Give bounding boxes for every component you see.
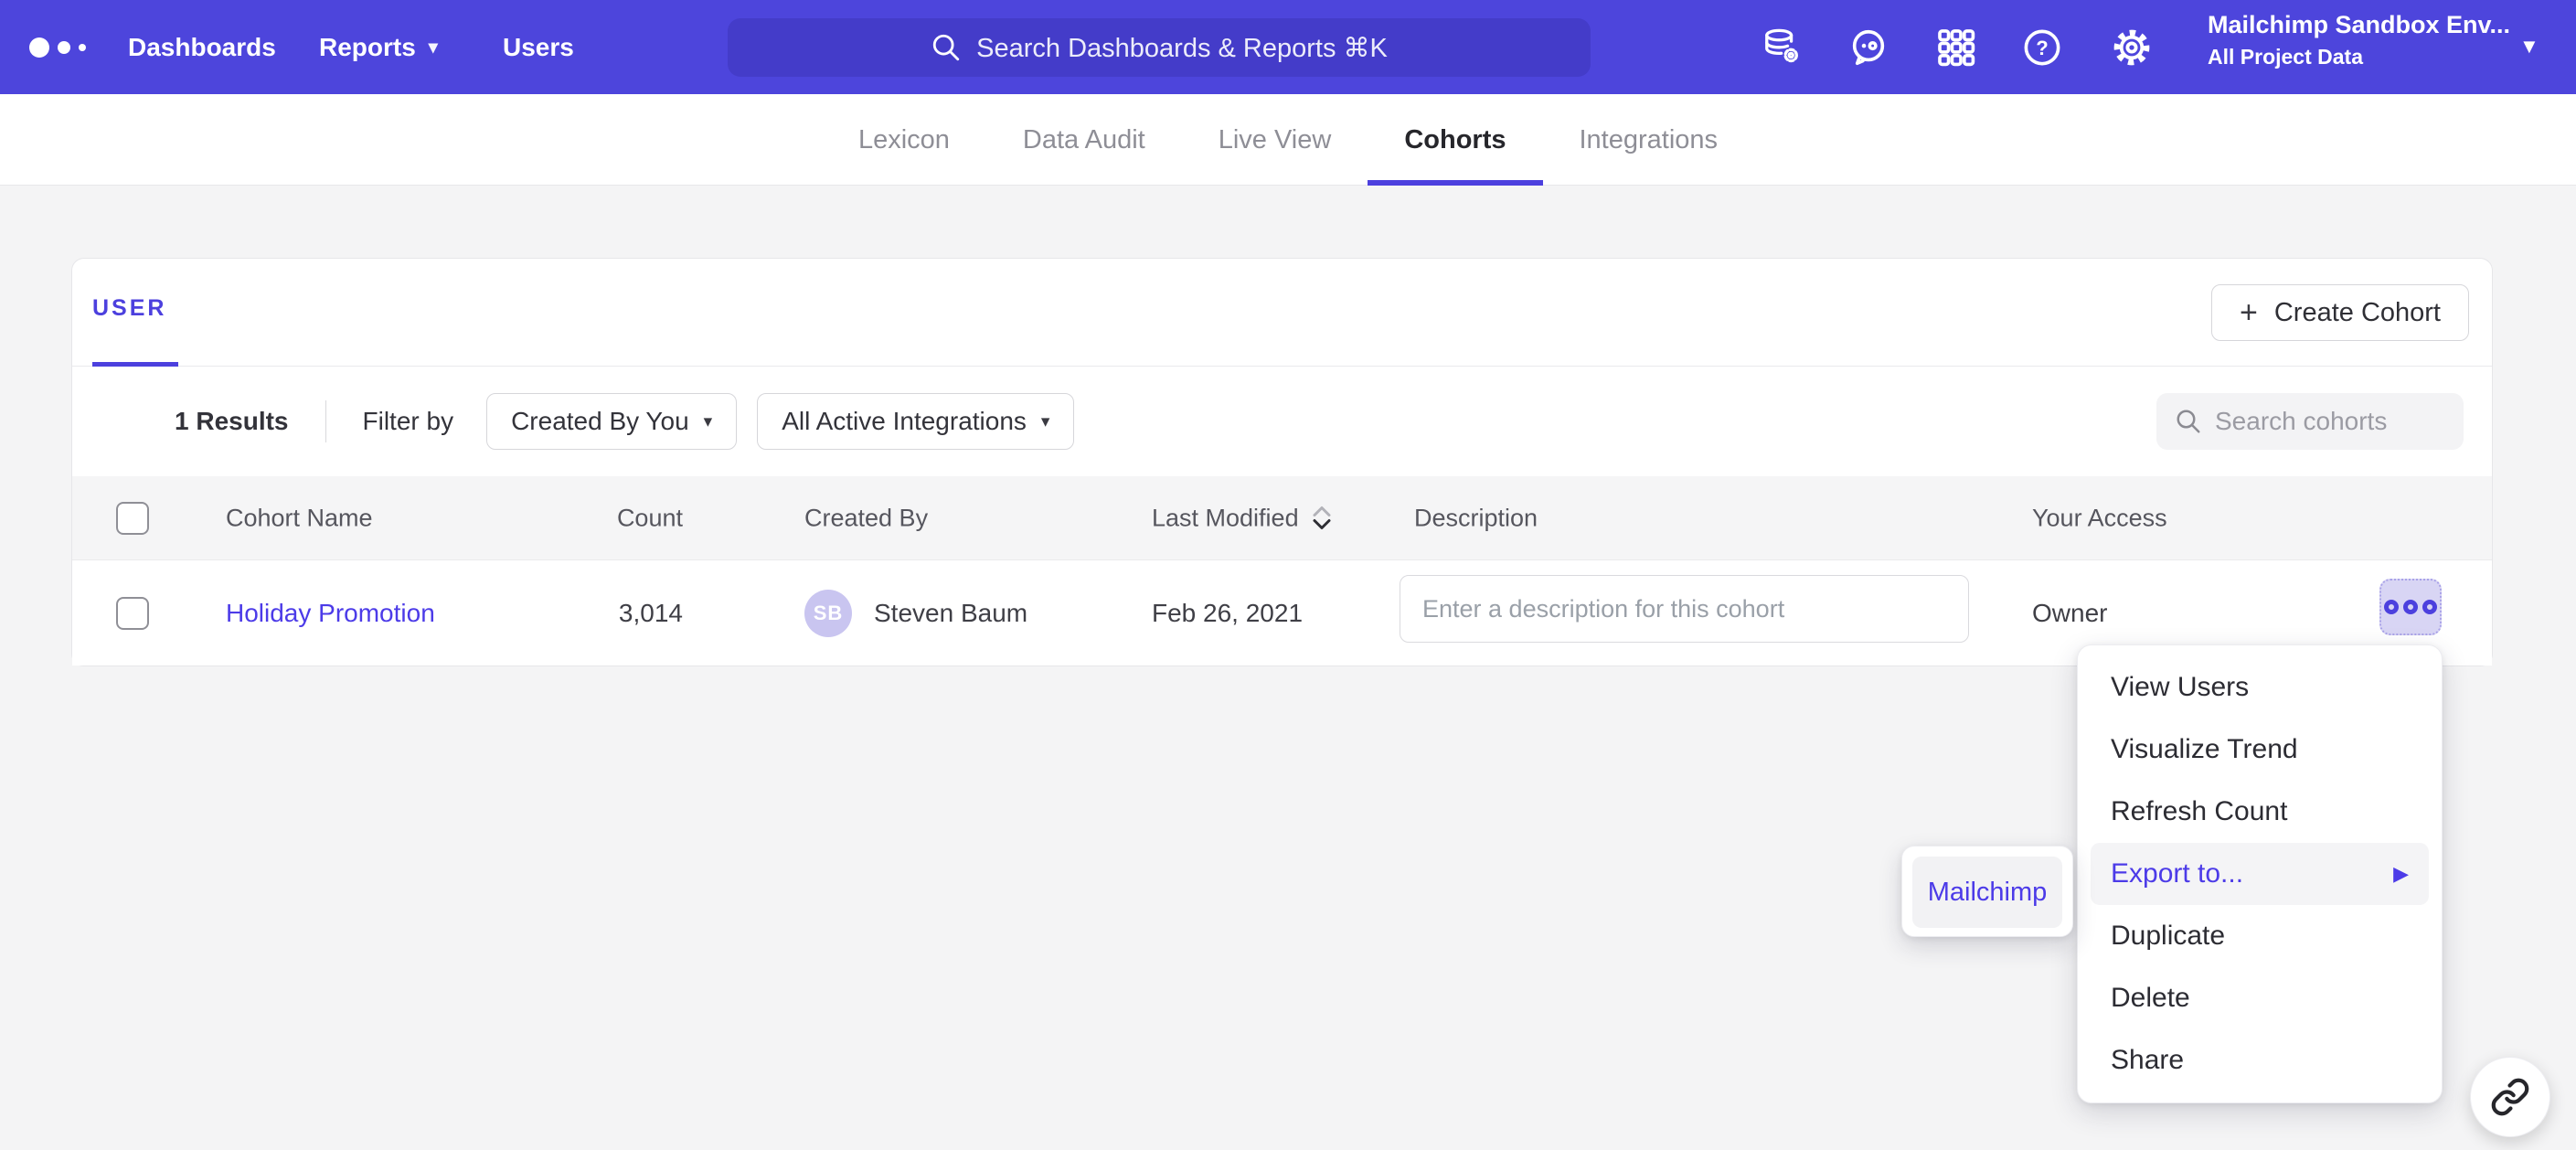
export-submenu: Mailchimp bbox=[1901, 846, 2073, 937]
cohort-count: 3,014 bbox=[465, 599, 683, 628]
global-search-placeholder: Search Dashboards & Reports ⌘K bbox=[976, 32, 1388, 64]
row-actions-button[interactable] bbox=[2379, 579, 2442, 635]
nav-label: Dashboards bbox=[128, 33, 276, 62]
avatar: SB bbox=[804, 590, 852, 637]
apps-grid-icon bbox=[1935, 27, 1977, 69]
svg-text:?: ? bbox=[2036, 37, 2048, 59]
tab-cohorts[interactable]: Cohorts bbox=[1368, 94, 1542, 186]
menu-item-refresh-count[interactable]: Refresh Count bbox=[2078, 781, 2442, 843]
tab-data-audit[interactable]: Data Audit bbox=[986, 94, 1182, 186]
filter-bar: 1 Results Filter by Created By You ▾ All… bbox=[72, 367, 2492, 476]
create-cohort-button[interactable]: + Create Cohort bbox=[2211, 284, 2469, 341]
ellipsis-dot-icon bbox=[2384, 600, 2399, 614]
cohorts-card: USER + Create Cohort 1 Results Filter by… bbox=[71, 258, 2493, 666]
filter-by-label: Filter by bbox=[363, 407, 454, 436]
cohort-search bbox=[2156, 393, 2464, 450]
cohort-name-link[interactable]: Holiday Promotion bbox=[226, 599, 435, 627]
project-selector[interactable]: Mailchimp Sandbox Env... All Project Dat… bbox=[2208, 11, 2509, 69]
column-header-count: Count bbox=[465, 504, 683, 532]
mixpanel-logo-icon[interactable] bbox=[29, 0, 86, 94]
tab-live-view[interactable]: Live View bbox=[1182, 94, 1368, 186]
help-icon: ? bbox=[2021, 27, 2063, 69]
feedback-button[interactable] bbox=[1841, 0, 1896, 94]
results-count: 1 Results bbox=[175, 407, 289, 436]
database-gear-icon bbox=[1762, 27, 1804, 69]
menu-item-export-to[interactable]: Export to... ▶ bbox=[2091, 843, 2429, 905]
row-checkbox[interactable] bbox=[116, 597, 149, 630]
filter-label: All Active Integrations bbox=[782, 407, 1027, 436]
nav-label: Users bbox=[503, 33, 574, 62]
search-icon bbox=[2175, 408, 2202, 435]
menu-item-view-users[interactable]: View Users bbox=[2078, 656, 2442, 719]
filter-label: Created By You bbox=[511, 407, 689, 436]
tab-integrations[interactable]: Integrations bbox=[1543, 94, 1755, 186]
create-cohort-label: Create Cohort bbox=[2274, 298, 2441, 328]
column-header-cohort-name: Cohort Name bbox=[226, 504, 373, 532]
column-header-your-access: Your Access bbox=[2032, 504, 2167, 532]
description-input[interactable] bbox=[1400, 575, 1969, 643]
nav-label: Reports bbox=[319, 33, 416, 62]
ellipsis-dot-icon bbox=[2403, 600, 2418, 614]
select-all-checkbox[interactable] bbox=[116, 502, 149, 535]
menu-item-share[interactable]: Share bbox=[2078, 1029, 2442, 1091]
last-modified-date: Feb 26, 2021 bbox=[1152, 599, 1303, 628]
nav-item-dashboards[interactable]: Dashboards bbox=[128, 0, 276, 94]
created-by-filter-dropdown[interactable]: Created By You ▾ bbox=[486, 393, 737, 450]
help-button[interactable]: ? bbox=[2015, 0, 2070, 94]
data-management-tabs: Lexicon Data Audit Live View Cohorts Int… bbox=[0, 94, 2576, 186]
divider bbox=[325, 400, 326, 442]
table-header-row: Cohort Name Count Created By Last Modifi… bbox=[72, 476, 2492, 560]
project-name: Mailchimp Sandbox Env... bbox=[2208, 11, 2509, 39]
search-icon bbox=[931, 32, 962, 63]
apps-button[interactable] bbox=[1929, 0, 1984, 94]
app-root: Dashboards Reports ▾ Users Search Dashbo… bbox=[0, 0, 2576, 1150]
plus-icon: + bbox=[2240, 297, 2258, 328]
menu-item-delete[interactable]: Delete bbox=[2078, 967, 2442, 1029]
ellipsis-dot-icon bbox=[2422, 600, 2437, 614]
column-header-created-by: Created By bbox=[804, 504, 928, 532]
data-management-button[interactable] bbox=[1755, 0, 1810, 94]
column-header-description: Description bbox=[1414, 504, 1538, 532]
settings-button[interactable] bbox=[2104, 0, 2159, 94]
nav-item-reports[interactable]: Reports ▾ bbox=[319, 0, 438, 94]
top-nav: Dashboards Reports ▾ Users Search Dashbo… bbox=[0, 0, 2576, 94]
cohort-search-input[interactable] bbox=[2215, 407, 2434, 436]
menu-item-label: Export to... bbox=[2111, 858, 2243, 889]
copy-link-button[interactable] bbox=[2470, 1057, 2550, 1137]
chevron-down-icon: ▾ bbox=[429, 36, 438, 59]
chevron-down-icon: ▾ bbox=[1041, 411, 1050, 432]
menu-item-duplicate[interactable]: Duplicate bbox=[2078, 905, 2442, 967]
column-header-last-modified[interactable]: Last Modified bbox=[1152, 504, 1334, 532]
gear-icon bbox=[2111, 27, 2153, 69]
cohorts-card-header: USER + Create Cohort bbox=[72, 259, 2492, 367]
chevron-down-icon: ▾ bbox=[704, 411, 713, 432]
menu-item-visualize-trend[interactable]: Visualize Trend bbox=[2078, 719, 2442, 781]
access-level: Owner bbox=[2032, 599, 2107, 628]
column-label: Last Modified bbox=[1152, 504, 1299, 532]
integrations-filter-dropdown[interactable]: All Active Integrations ▾ bbox=[757, 393, 1074, 450]
nav-item-users[interactable]: Users bbox=[503, 0, 574, 94]
created-by-cell: SB Steven Baum bbox=[804, 590, 1027, 637]
submenu-item-mailchimp[interactable]: Mailchimp bbox=[1912, 857, 2062, 928]
created-by-name: Steven Baum bbox=[874, 599, 1027, 628]
global-search-bar[interactable]: Search Dashboards & Reports ⌘K bbox=[728, 18, 1591, 77]
submenu-arrow-icon: ▶ bbox=[2393, 862, 2409, 886]
feedback-chat-icon bbox=[1847, 27, 1889, 69]
project-scope: All Project Data bbox=[2208, 45, 2509, 69]
link-chain-icon bbox=[2490, 1077, 2530, 1117]
tab-user-cohorts[interactable]: USER bbox=[92, 295, 166, 322]
sort-icon bbox=[1310, 505, 1334, 532]
cohort-actions-menu: View Users Visualize Trend Refresh Count… bbox=[2077, 644, 2443, 1103]
chevron-down-icon[interactable]: ▼ bbox=[2519, 35, 2539, 59]
tab-lexicon[interactable]: Lexicon bbox=[822, 94, 986, 186]
